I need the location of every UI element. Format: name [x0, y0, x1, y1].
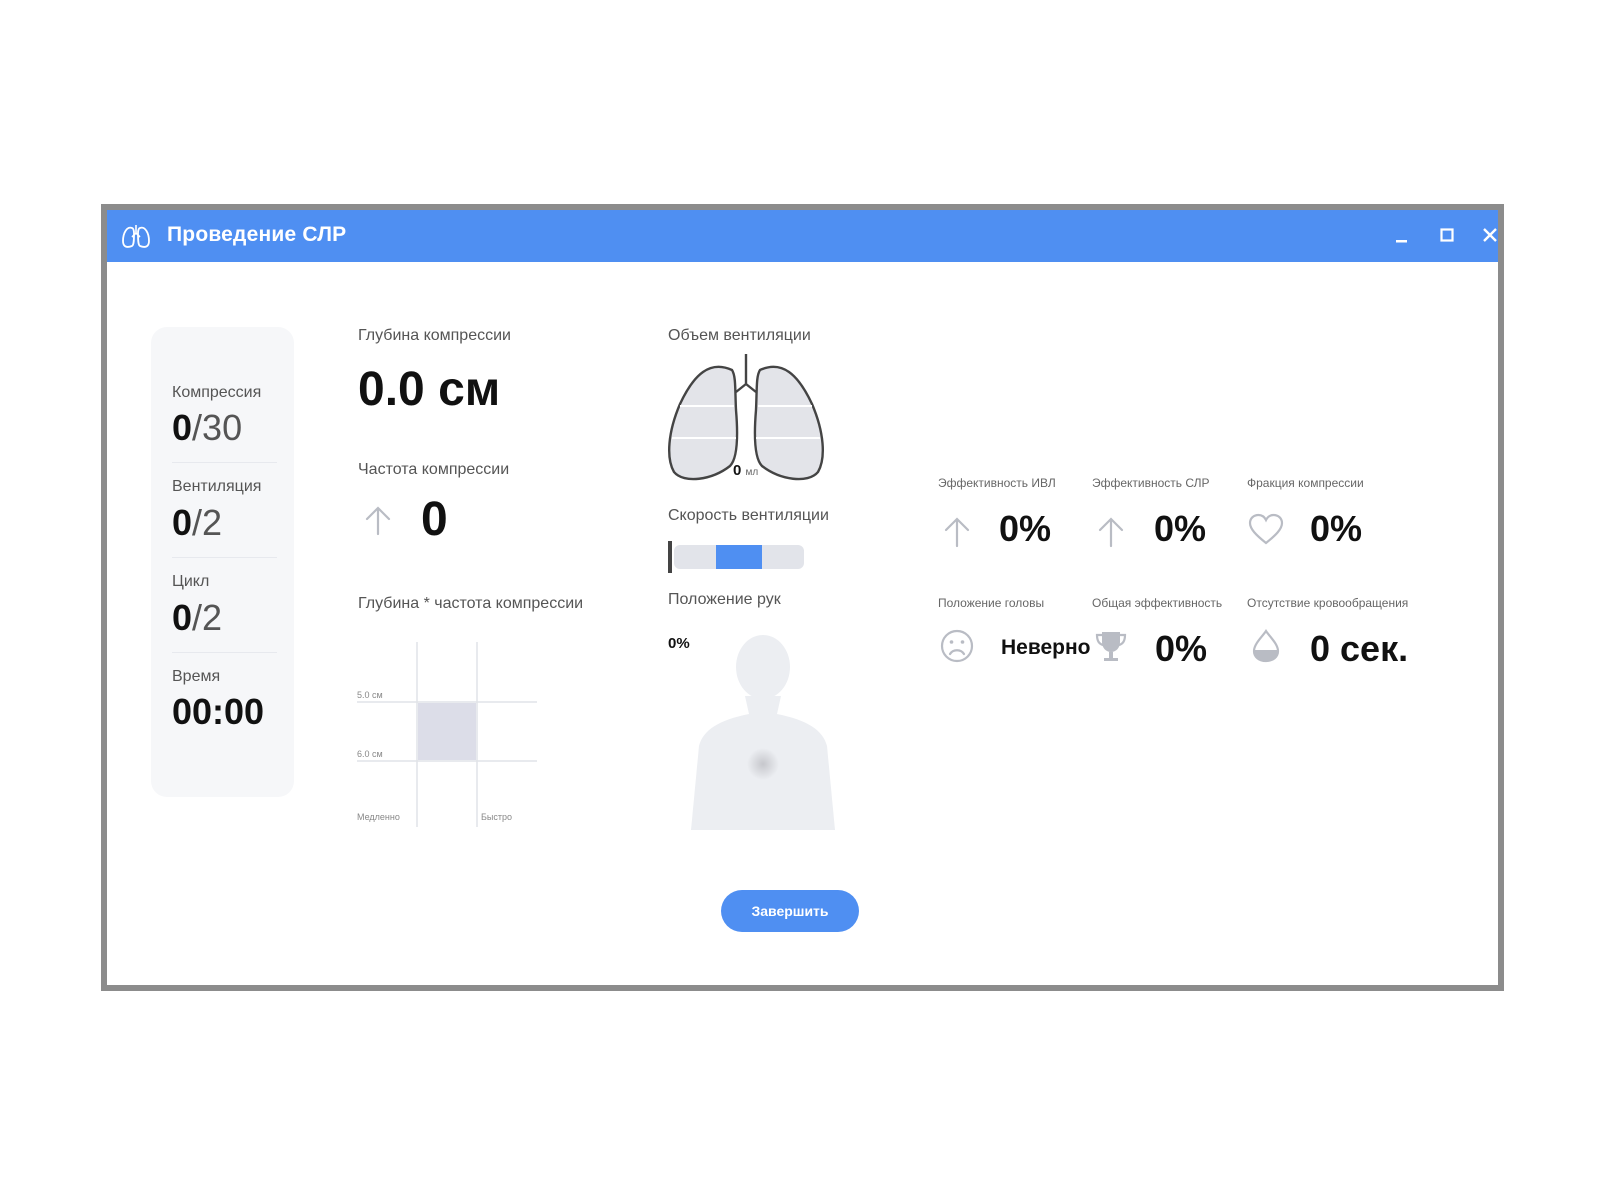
head-position-label: Положение головы: [938, 596, 1045, 610]
stats-card: Компрессия 0/30 Вентиляция 0/2 Цикл 0/2 …: [151, 327, 294, 797]
no-circulation-value: 0 сек.: [1310, 628, 1409, 669]
sad-face-icon: [940, 629, 974, 663]
compression-depth-value: 0.0 см: [358, 363, 501, 416]
compression-count-label: Компрессия: [172, 384, 262, 401]
drop-icon: [1252, 629, 1280, 663]
finish-button[interactable]: Завершить: [721, 890, 859, 932]
cpr-efficiency-value: 0%: [1154, 508, 1207, 549]
close-icon: [1483, 228, 1497, 242]
maximize-button[interactable]: [1432, 220, 1462, 250]
lungs-icon: [122, 225, 150, 248]
grid-x-tick: Быстро: [481, 812, 513, 822]
time-value: 00:00: [172, 691, 265, 732]
compression-count-max: 30: [202, 407, 243, 448]
depth-rate-grid-label: Глубина * частота компрессии: [358, 595, 584, 612]
cycle-count-value: 0/2: [172, 597, 223, 638]
hand-position-label: Положение рук: [668, 591, 781, 608]
overall-efficiency-value: 0%: [1155, 628, 1208, 669]
main-content: Компрессия 0/30 Вентиляция 0/2 Цикл 0/2 …: [107, 262, 1498, 985]
ventilation-volume-value: 0 мл: [733, 462, 759, 479]
divider: [172, 652, 277, 653]
grid-y-tick: 6.0 см: [357, 749, 383, 759]
compression-fraction-value: 0%: [1310, 508, 1363, 549]
grid-x-tick: Медленно: [357, 812, 400, 822]
ventilation-count-value: 0/2: [172, 502, 223, 543]
divider: [172, 462, 277, 463]
cycle-count-max: 2: [202, 597, 223, 638]
target-zone: [418, 703, 476, 760]
trophy-icon: [1095, 632, 1127, 661]
ventilation-efficiency-value: 0%: [999, 508, 1052, 549]
arrow-up-icon: [944, 517, 970, 548]
minimize-button[interactable]: [1387, 220, 1417, 250]
overall-efficiency-label: Общая эффективность: [1092, 596, 1223, 610]
ventilation-count-current: 0: [172, 502, 193, 543]
compression-rate-label: Частота компрессии: [358, 461, 510, 478]
ventilation-efficiency-label: Эффективность ИВЛ: [938, 476, 1056, 490]
compression-count-current: 0: [172, 407, 193, 448]
torso-icon: [691, 635, 835, 830]
maximize-icon: [1440, 228, 1454, 242]
cycle-count-current: 0: [172, 597, 193, 638]
arrow-up-icon: [365, 506, 391, 536]
grid-lines: [357, 642, 537, 827]
ventilation-count-max: 2: [202, 502, 223, 543]
time-label: Время: [172, 668, 221, 685]
hand-position-value: 0%: [668, 635, 690, 652]
ventilation-speed-indicator: [716, 545, 762, 569]
cpr-efficiency-label: Эффективность СЛР: [1092, 476, 1210, 490]
heart-icon: [1248, 513, 1284, 545]
ventilation-count-label: Вентиляция: [172, 478, 262, 495]
window-title: Проведение СЛР: [167, 223, 347, 246]
grid-y-tick: 5.0 см: [357, 690, 383, 700]
ventilation-volume-label: Объем вентиляции: [668, 327, 811, 344]
cycle-count-label: Цикл: [172, 573, 210, 590]
title-bar: Проведение СЛР: [107, 210, 1498, 262]
divider: [172, 557, 277, 558]
arrow-up-icon: [1098, 517, 1124, 548]
close-button[interactable]: [1475, 220, 1505, 250]
minimize-icon: [1396, 240, 1407, 243]
ventilation-speed-label: Скорость вентиляции: [668, 507, 829, 524]
cpr-window: Проведение СЛР Компрессия 0/30 Вентиляци…: [101, 204, 1504, 991]
compression-count-value: 0/30: [172, 407, 243, 448]
ventilation-speed-bar: [668, 541, 804, 573]
compression-fraction-label: Фракция компрессии: [1247, 476, 1364, 490]
head-position-value: Неверно: [1001, 636, 1091, 659]
compression-depth-label: Глубина компрессии: [358, 327, 511, 344]
no-circulation-label: Отсутствие кровообращения: [1247, 596, 1409, 610]
compression-rate-value: 0: [421, 493, 448, 546]
depth-rate-grid: 5.0 см 6.0 см Медленно Быстро: [357, 632, 547, 832]
